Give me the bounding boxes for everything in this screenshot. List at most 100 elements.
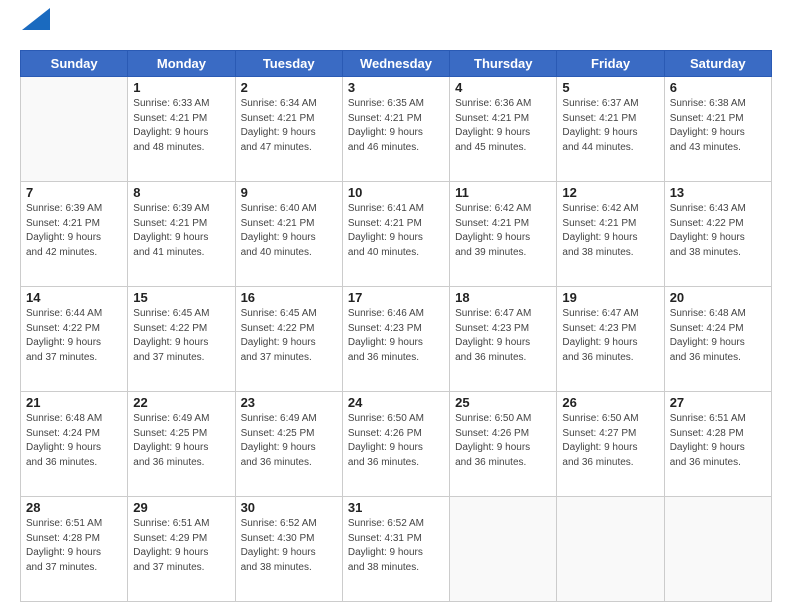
day-info: Sunrise: 6:34 AMSunset: 4:21 PMDaylight:…: [241, 97, 337, 155]
day-number: 12: [562, 185, 658, 200]
calendar-cell: [21, 77, 128, 182]
calendar-cell: 13 Sunrise: 6:43 AMSunset: 4:22 PMDayligh…: [664, 182, 771, 287]
day-info: Sunrise: 6:45 AMSunset: 4:22 PMDaylight:…: [133, 307, 229, 365]
calendar-cell: 20 Sunrise: 6:48 AMSunset: 4:24 PMDayligh…: [664, 287, 771, 392]
day-number: 16: [241, 290, 337, 305]
calendar-day-header: Saturday: [664, 51, 771, 77]
day-info: Sunrise: 6:38 AMSunset: 4:21 PMDaylight:…: [670, 97, 766, 155]
day-info: Sunrise: 6:42 AMSunset: 4:21 PMDaylight:…: [562, 202, 658, 260]
header: [20, 16, 772, 40]
calendar-cell: 8Sunrise: 6:39 AMSunset: 4:21 PMDaylight…: [128, 182, 235, 287]
calendar-cell: 25 Sunrise: 6:50 AMSunset: 4:26 PMDayligh…: [450, 392, 557, 497]
day-number: 4: [455, 80, 551, 95]
calendar-cell: 14Sunrise: 6:44 AMSunset: 4:22 PMDayligh…: [21, 287, 128, 392]
calendar-cell: 6 Sunrise: 6:38 AMSunset: 4:21 PMDaylight…: [664, 77, 771, 182]
day-number: 29: [133, 500, 229, 515]
day-info: Sunrise: 6:50 AMSunset: 4:26 PMDaylight:…: [455, 412, 551, 470]
day-info: Sunrise: 6:35 AMSunset: 4:21 PMDaylight:…: [348, 97, 444, 155]
logo-icon: [22, 8, 50, 30]
calendar-cell: 21 Sunrise: 6:48 AMSunset: 4:24 PMDayligh…: [21, 392, 128, 497]
day-info: Sunrise: 6:51 AMSunset: 4:28 PMDaylight:…: [670, 412, 766, 470]
day-number: 3: [348, 80, 444, 95]
day-info: Sunrise: 6:45 AMSunset: 4:22 PMDaylight:…: [241, 307, 337, 365]
day-number: 11: [455, 185, 551, 200]
day-number: 30: [241, 500, 337, 515]
calendar-cell: 31 Sunrise: 6:52 AMSunset: 4:31 PMDayligh…: [342, 497, 449, 602]
day-info: Sunrise: 6:49 AMSunset: 4:25 PMDaylight:…: [241, 412, 337, 470]
day-info: Sunrise: 6:51 AMSunset: 4:28 PMDaylight:…: [26, 517, 122, 575]
calendar-day-header: Tuesday: [235, 51, 342, 77]
day-info: Sunrise: 6:42 AMSunset: 4:21 PMDaylight:…: [455, 202, 551, 260]
calendar-cell: 15 Sunrise: 6:45 AMSunset: 4:22 PMDayligh…: [128, 287, 235, 392]
day-info: Sunrise: 6:48 AMSunset: 4:24 PMDaylight:…: [670, 307, 766, 365]
calendar-cell: 10Sunrise: 6:41 AMSunset: 4:21 PMDayligh…: [342, 182, 449, 287]
calendar-cell: 23 Sunrise: 6:49 AMSunset: 4:25 PMDayligh…: [235, 392, 342, 497]
calendar-week-row: 1 Sunrise: 6:33 AMSunset: 4:21 PMDaylight…: [21, 77, 772, 182]
day-info: Sunrise: 6:52 AMSunset: 4:31 PMDaylight:…: [348, 517, 444, 575]
calendar-cell: [557, 497, 664, 602]
calendar-cell: 16 Sunrise: 6:45 AMSunset: 4:22 PMDayligh…: [235, 287, 342, 392]
day-number: 21: [26, 395, 122, 410]
day-number: 22: [133, 395, 229, 410]
day-number: 19: [562, 290, 658, 305]
day-number: 31: [348, 500, 444, 515]
calendar-cell: 9Sunrise: 6:40 AMSunset: 4:21 PMDaylight…: [235, 182, 342, 287]
day-number: 28: [26, 500, 122, 515]
calendar-cell: [664, 497, 771, 602]
day-number: 14: [26, 290, 122, 305]
calendar-cell: 17Sunrise: 6:46 AMSunset: 4:23 PMDayligh…: [342, 287, 449, 392]
calendar-cell: 27 Sunrise: 6:51 AMSunset: 4:28 PMDayligh…: [664, 392, 771, 497]
day-info: Sunrise: 6:47 AMSunset: 4:23 PMDaylight:…: [455, 307, 551, 365]
day-number: 8: [133, 185, 229, 200]
day-info: Sunrise: 6:37 AMSunset: 4:21 PMDaylight:…: [562, 97, 658, 155]
calendar-cell: 22 Sunrise: 6:49 AMSunset: 4:25 PMDayligh…: [128, 392, 235, 497]
day-number: 7: [26, 185, 122, 200]
day-info: Sunrise: 6:48 AMSunset: 4:24 PMDaylight:…: [26, 412, 122, 470]
day-number: 1: [133, 80, 229, 95]
page: SundayMondayTuesdayWednesdayThursdayFrid…: [0, 0, 792, 612]
calendar-cell: 12 Sunrise: 6:42 AMSunset: 4:21 PMDayligh…: [557, 182, 664, 287]
calendar-week-row: 7Sunrise: 6:39 AMSunset: 4:21 PMDaylight…: [21, 182, 772, 287]
day-info: Sunrise: 6:47 AMSunset: 4:23 PMDaylight:…: [562, 307, 658, 365]
calendar-day-header: Sunday: [21, 51, 128, 77]
calendar-cell: [450, 497, 557, 602]
day-info: Sunrise: 6:49 AMSunset: 4:25 PMDaylight:…: [133, 412, 229, 470]
calendar-cell: 18Sunrise: 6:47 AMSunset: 4:23 PMDayligh…: [450, 287, 557, 392]
calendar-cell: 4 Sunrise: 6:36 AMSunset: 4:21 PMDaylight…: [450, 77, 557, 182]
calendar-day-header: Thursday: [450, 51, 557, 77]
day-info: Sunrise: 6:41 AMSunset: 4:21 PMDaylight:…: [348, 202, 444, 260]
calendar-cell: 7Sunrise: 6:39 AMSunset: 4:21 PMDaylight…: [21, 182, 128, 287]
calendar-table: SundayMondayTuesdayWednesdayThursdayFrid…: [20, 50, 772, 602]
day-number: 15: [133, 290, 229, 305]
day-number: 20: [670, 290, 766, 305]
day-info: Sunrise: 6:33 AMSunset: 4:21 PMDaylight:…: [133, 97, 229, 155]
calendar-cell: 28 Sunrise: 6:51 AMSunset: 4:28 PMDayligh…: [21, 497, 128, 602]
calendar-cell: 24Sunrise: 6:50 AMSunset: 4:26 PMDayligh…: [342, 392, 449, 497]
day-info: Sunrise: 6:36 AMSunset: 4:21 PMDaylight:…: [455, 97, 551, 155]
day-number: 26: [562, 395, 658, 410]
calendar-cell: 3 Sunrise: 6:35 AMSunset: 4:21 PMDaylight…: [342, 77, 449, 182]
day-number: 2: [241, 80, 337, 95]
calendar-week-row: 14Sunrise: 6:44 AMSunset: 4:22 PMDayligh…: [21, 287, 772, 392]
day-number: 13: [670, 185, 766, 200]
calendar-cell: 19 Sunrise: 6:47 AMSunset: 4:23 PMDayligh…: [557, 287, 664, 392]
day-number: 23: [241, 395, 337, 410]
day-info: Sunrise: 6:52 AMSunset: 4:30 PMDaylight:…: [241, 517, 337, 575]
day-info: Sunrise: 6:50 AMSunset: 4:27 PMDaylight:…: [562, 412, 658, 470]
day-info: Sunrise: 6:51 AMSunset: 4:29 PMDaylight:…: [133, 517, 229, 575]
day-number: 9: [241, 185, 337, 200]
calendar-week-row: 28 Sunrise: 6:51 AMSunset: 4:28 PMDayligh…: [21, 497, 772, 602]
calendar-cell: 2 Sunrise: 6:34 AMSunset: 4:21 PMDaylight…: [235, 77, 342, 182]
logo: [20, 16, 50, 40]
day-number: 27: [670, 395, 766, 410]
calendar-cell: 1 Sunrise: 6:33 AMSunset: 4:21 PMDaylight…: [128, 77, 235, 182]
day-number: 6: [670, 80, 766, 95]
calendar-day-header: Wednesday: [342, 51, 449, 77]
calendar-day-header: Friday: [557, 51, 664, 77]
day-info: Sunrise: 6:43 AMSunset: 4:22 PMDaylight:…: [670, 202, 766, 260]
day-number: 25: [455, 395, 551, 410]
day-info: Sunrise: 6:50 AMSunset: 4:26 PMDaylight:…: [348, 412, 444, 470]
calendar-cell: 5Sunrise: 6:37 AMSunset: 4:21 PMDaylight…: [557, 77, 664, 182]
calendar-cell: 30 Sunrise: 6:52 AMSunset: 4:30 PMDayligh…: [235, 497, 342, 602]
day-info: Sunrise: 6:46 AMSunset: 4:23 PMDaylight:…: [348, 307, 444, 365]
